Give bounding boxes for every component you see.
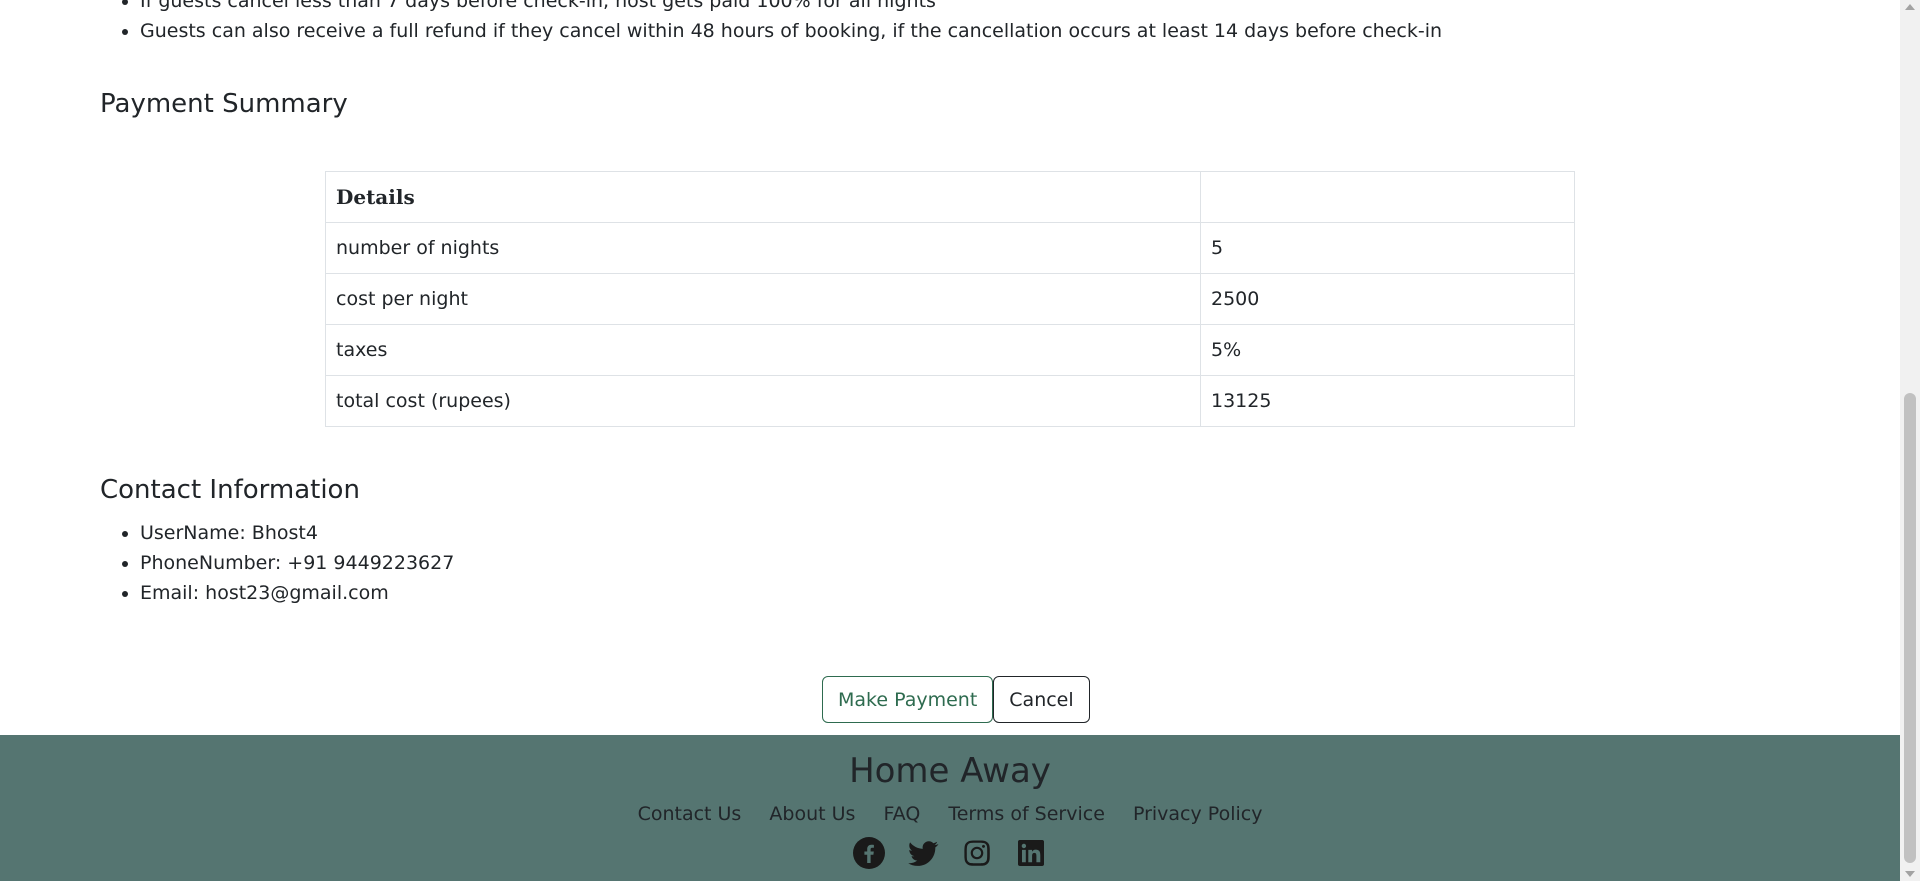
table-cell: 5 [1200,222,1575,274]
list-item: If guests cancel less than 7 days before… [140,0,1442,16]
facebook-icon[interactable] [853,837,885,869]
scroll-up-arrow-icon[interactable] [1905,4,1915,10]
payment-summary-heading: Payment Summary [100,89,348,119]
footer-link-privacy-policy[interactable]: Privacy Policy [1133,803,1262,825]
table-cell: 13125 [1200,375,1575,427]
contact-phone: PhoneNumber: +91 9449223627 [140,548,454,578]
payment-summary-table: Details number of nights 5 cost per nigh… [325,171,1575,427]
footer-link-terms-of-service[interactable]: Terms of Service [948,803,1105,825]
table-cell: number of nights [325,222,1201,274]
footer-link-contact-us[interactable]: Contact Us [638,803,742,825]
make-payment-button[interactable]: Make Payment [822,676,994,723]
cancel-button[interactable]: Cancel [993,676,1090,723]
footer-brand: Home Away [849,751,1051,791]
table-cell: taxes [325,324,1201,376]
footer-link-about-us[interactable]: About Us [769,803,855,825]
contact-info-list: UserName: Bhost4 PhoneNumber: +91 944922… [100,518,454,608]
site-footer: Home Away Contact Us About Us FAQ Terms … [0,735,1900,881]
twitter-icon[interactable] [907,837,939,869]
table-row: cost per night 2500 [325,273,1575,325]
scrollbar-thumb[interactable] [1904,393,1916,863]
scroll-down-arrow-icon[interactable] [1905,871,1915,877]
vertical-scrollbar[interactable] [1900,0,1920,881]
list-item: Guests can also receive a full refund if… [140,16,1442,46]
table-header-cell [1200,171,1575,223]
instagram-icon[interactable] [961,837,993,869]
contact-information-heading: Contact Information [100,475,360,505]
table-cell: total cost (rupees) [325,375,1201,427]
footer-links: Contact Us About Us FAQ Terms of Service… [0,803,1900,825]
table-row: number of nights 5 [325,222,1575,274]
social-links [0,837,1900,869]
payment-actions: Make Payment Cancel [822,676,1090,723]
footer-link-faq[interactable]: FAQ [883,803,920,825]
table-header-row: Details [325,171,1575,223]
table-header-cell: Details [325,171,1201,223]
contact-email: Email: host23@gmail.com [140,578,454,608]
table-row: total cost (rupees) 13125 [325,375,1575,427]
cancellation-policy-list: If guests cancel less than 7 days before… [100,0,1442,46]
table-row: taxes 5% [325,324,1575,376]
table-cell: cost per night [325,273,1201,325]
table-cell: 5% [1200,324,1575,376]
table-cell: 2500 [1200,273,1575,325]
page: If guests cancel less than 7 days before… [0,0,1900,881]
contact-username: UserName: Bhost4 [140,518,454,548]
linkedin-icon[interactable] [1015,837,1047,869]
